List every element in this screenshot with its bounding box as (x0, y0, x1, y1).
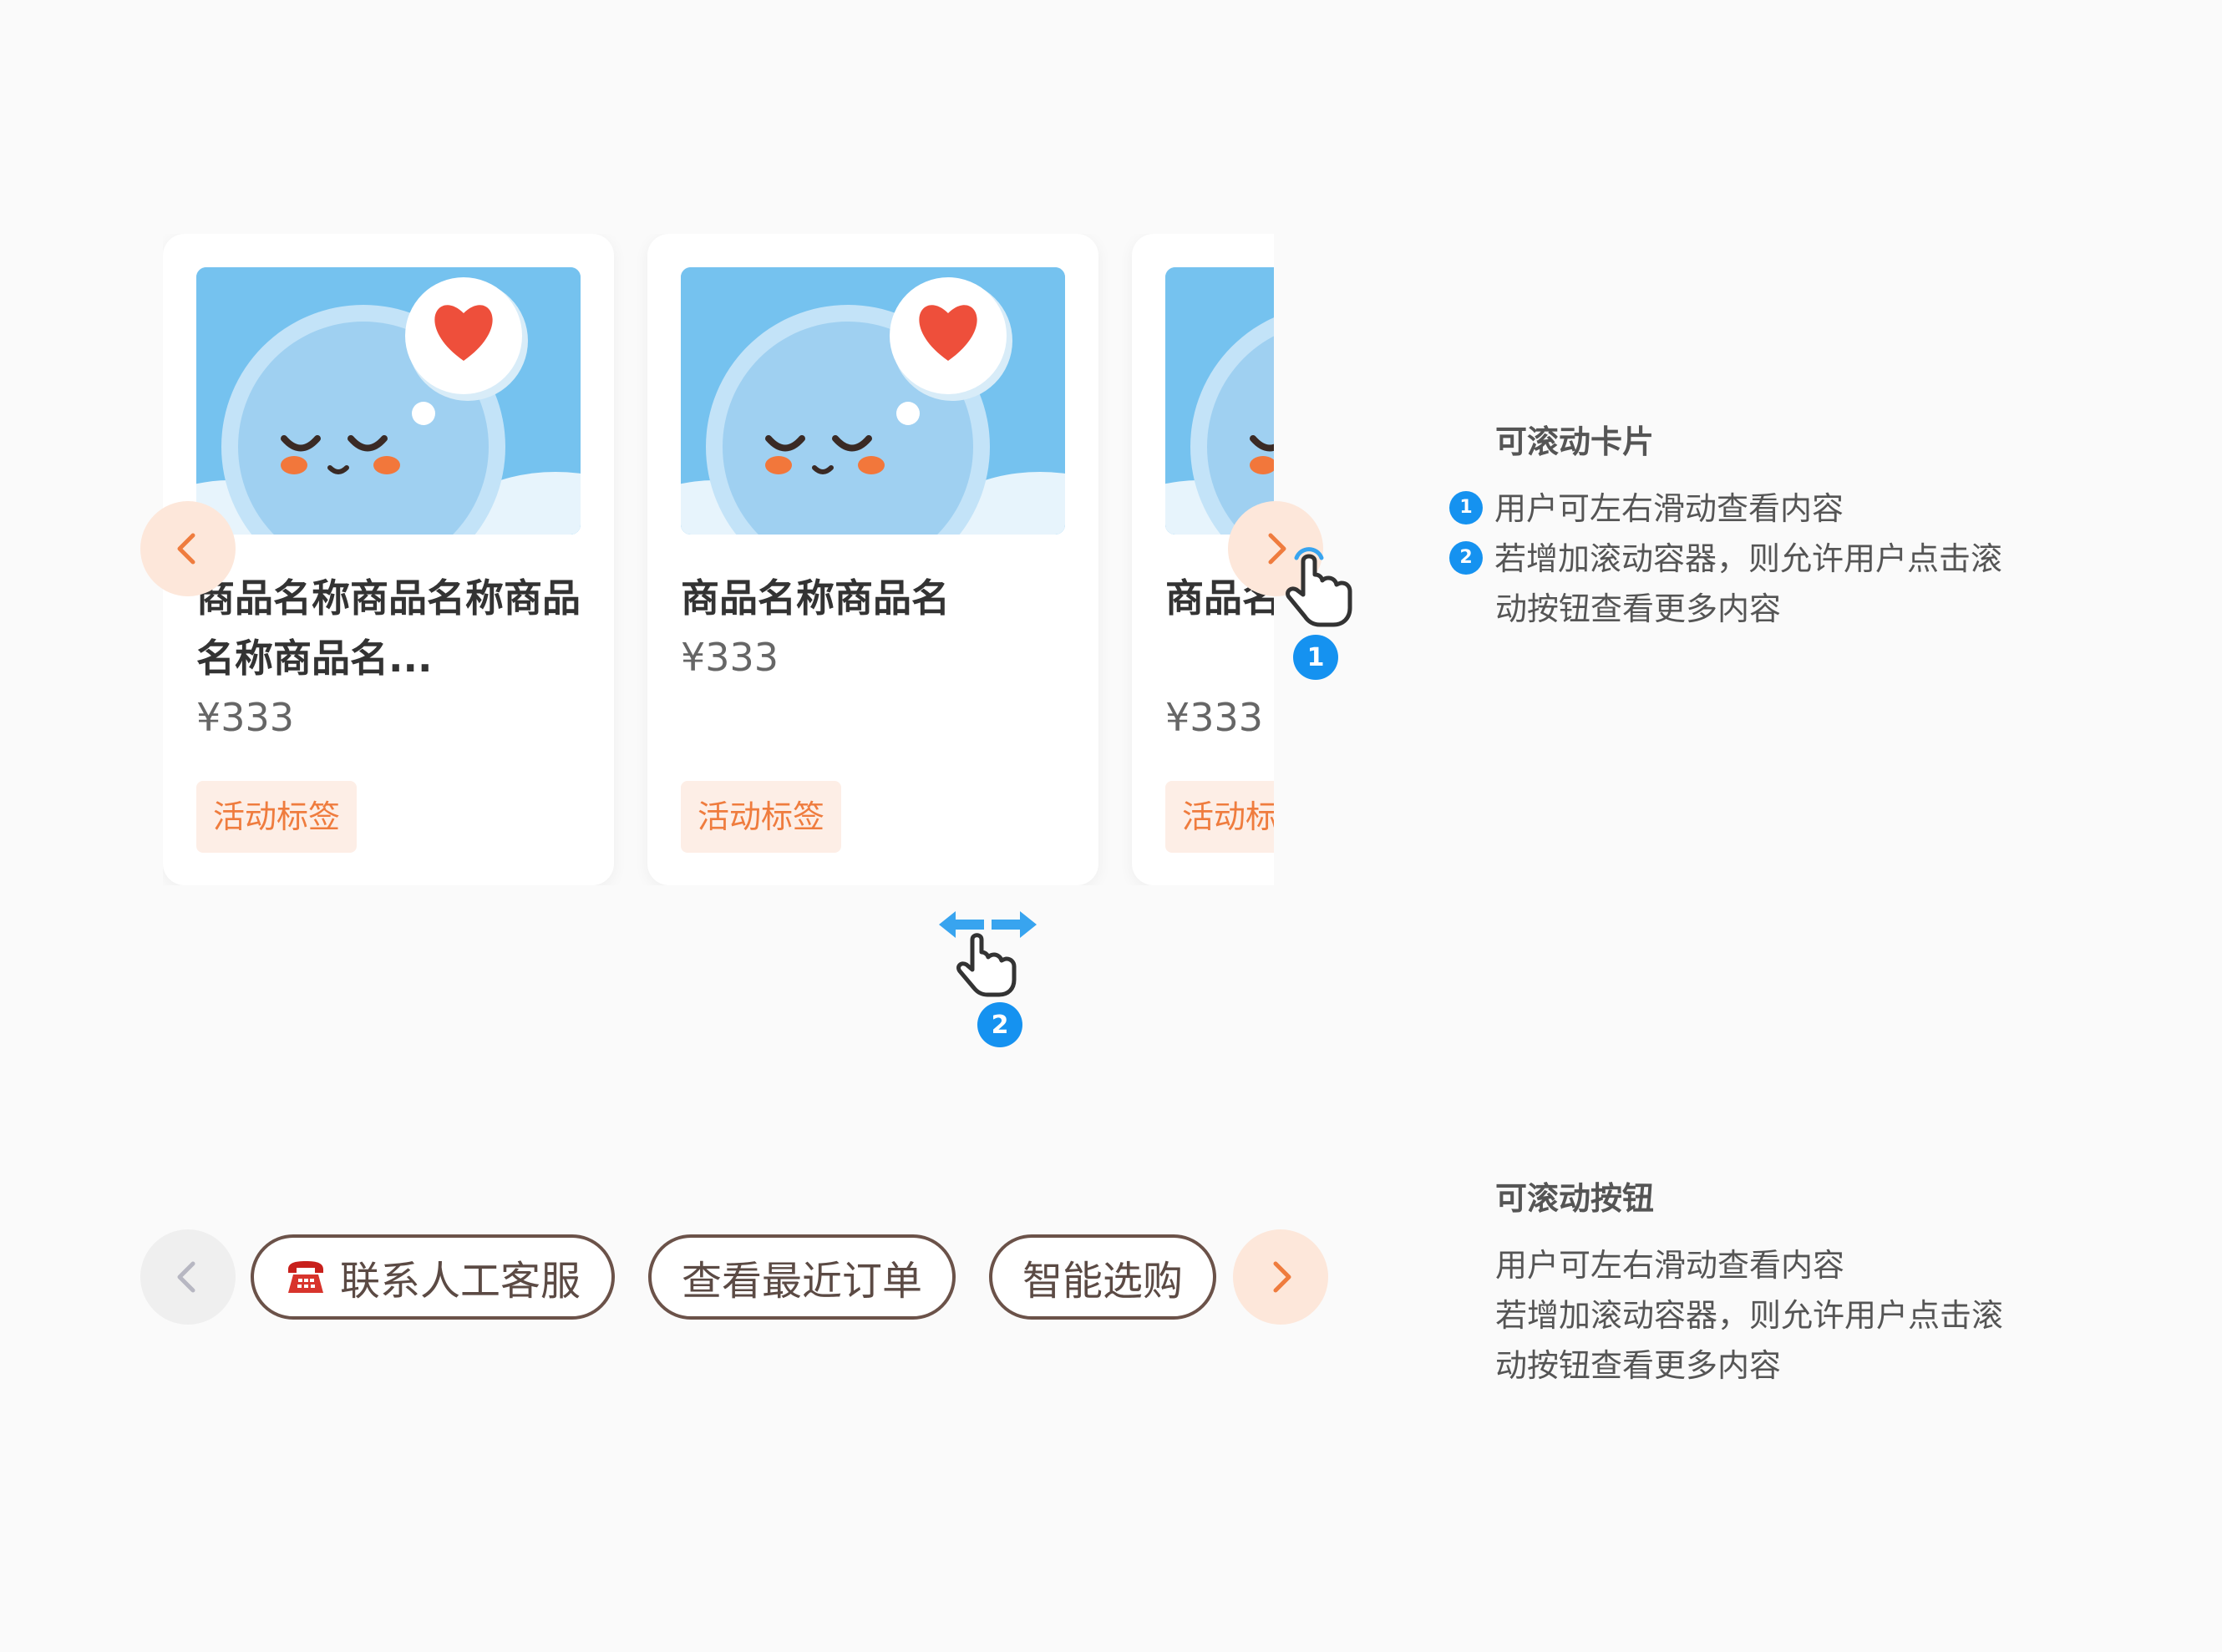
chevron-left-icon (177, 533, 195, 565)
phone-icon (285, 1258, 327, 1296)
product-image (681, 267, 1065, 535)
scroll-cards-desc-2: 2 若增加滚动容器，则允许用户点击滚 (1449, 533, 2002, 579)
mascot-illustration (681, 267, 1065, 535)
callout-badge-2: 2 (977, 1002, 1022, 1047)
product-title: 商品名称商品名称商品名称商品名... (196, 575, 581, 681)
activity-tag: 活动标签 (196, 781, 358, 853)
chip-next-button[interactable] (1233, 1229, 1328, 1325)
scroll-buttons-desc-1: 用户可左右滑动查看内容 (1495, 1247, 1845, 1284)
chevron-left-icon (177, 1261, 195, 1293)
chip-label: 智能选购 (1022, 1258, 1183, 1305)
chip-contact-service[interactable]: 联系人工客服 (251, 1234, 615, 1320)
scroll-buttons-desc-3: 动按钮查看更多内容 (1495, 1347, 1782, 1384)
scroll-cards-title: 可滚动卡片 (1495, 423, 1655, 460)
chip-smart-shopping[interactable]: 智能选购 (989, 1234, 1216, 1320)
activity-tag: 活动标签 (1165, 781, 1274, 853)
scroll-buttons-title: 可滚动按钮 (1495, 1180, 1655, 1217)
desc-badge-2: 2 (1449, 540, 1483, 575)
scroll-cards-desc-2-cont: 动按钮查看更多内容 (1495, 590, 1782, 627)
swipe-hand-icon (939, 911, 1037, 997)
product-price: ¥333 (1165, 695, 1264, 740)
product-price: ¥333 (196, 695, 295, 740)
chip-label: 联系人工客服 (339, 1258, 581, 1305)
tap-hand-icon (1286, 547, 1352, 627)
product-card[interactable]: 商品名称商品名 ¥333 活动标签 (647, 234, 1098, 885)
mascot-illustration (1165, 267, 1274, 535)
product-image (1165, 267, 1274, 535)
callout-badge-1: 1 (1293, 635, 1338, 680)
card-prev-button[interactable] (140, 501, 236, 596)
mascot-illustration (196, 267, 581, 535)
scroll-cards-desc-1: 1 用户可左右滑动查看内容 (1449, 483, 1844, 529)
chip-label: 查看最近订单 (681, 1258, 922, 1305)
chevron-right-icon (1273, 1261, 1291, 1293)
product-image (196, 267, 581, 535)
desc-badge-1: 1 (1449, 490, 1483, 524)
chip-prev-button[interactable] (140, 1229, 236, 1325)
product-title: 商品名称商品名 (681, 575, 950, 621)
activity-tag: 活动标签 (681, 781, 842, 853)
product-price: ¥333 (681, 635, 779, 680)
chip-recent-orders[interactable]: 查看最近订单 (648, 1234, 956, 1320)
card-carousel[interactable]: 商品名称商品名称商品名称商品名... ¥333 活动标签 商品名称商品名 ¥33… (163, 234, 1274, 885)
scroll-buttons-desc-2: 若增加滚动容器，则允许用户点击滚 (1495, 1297, 2004, 1334)
